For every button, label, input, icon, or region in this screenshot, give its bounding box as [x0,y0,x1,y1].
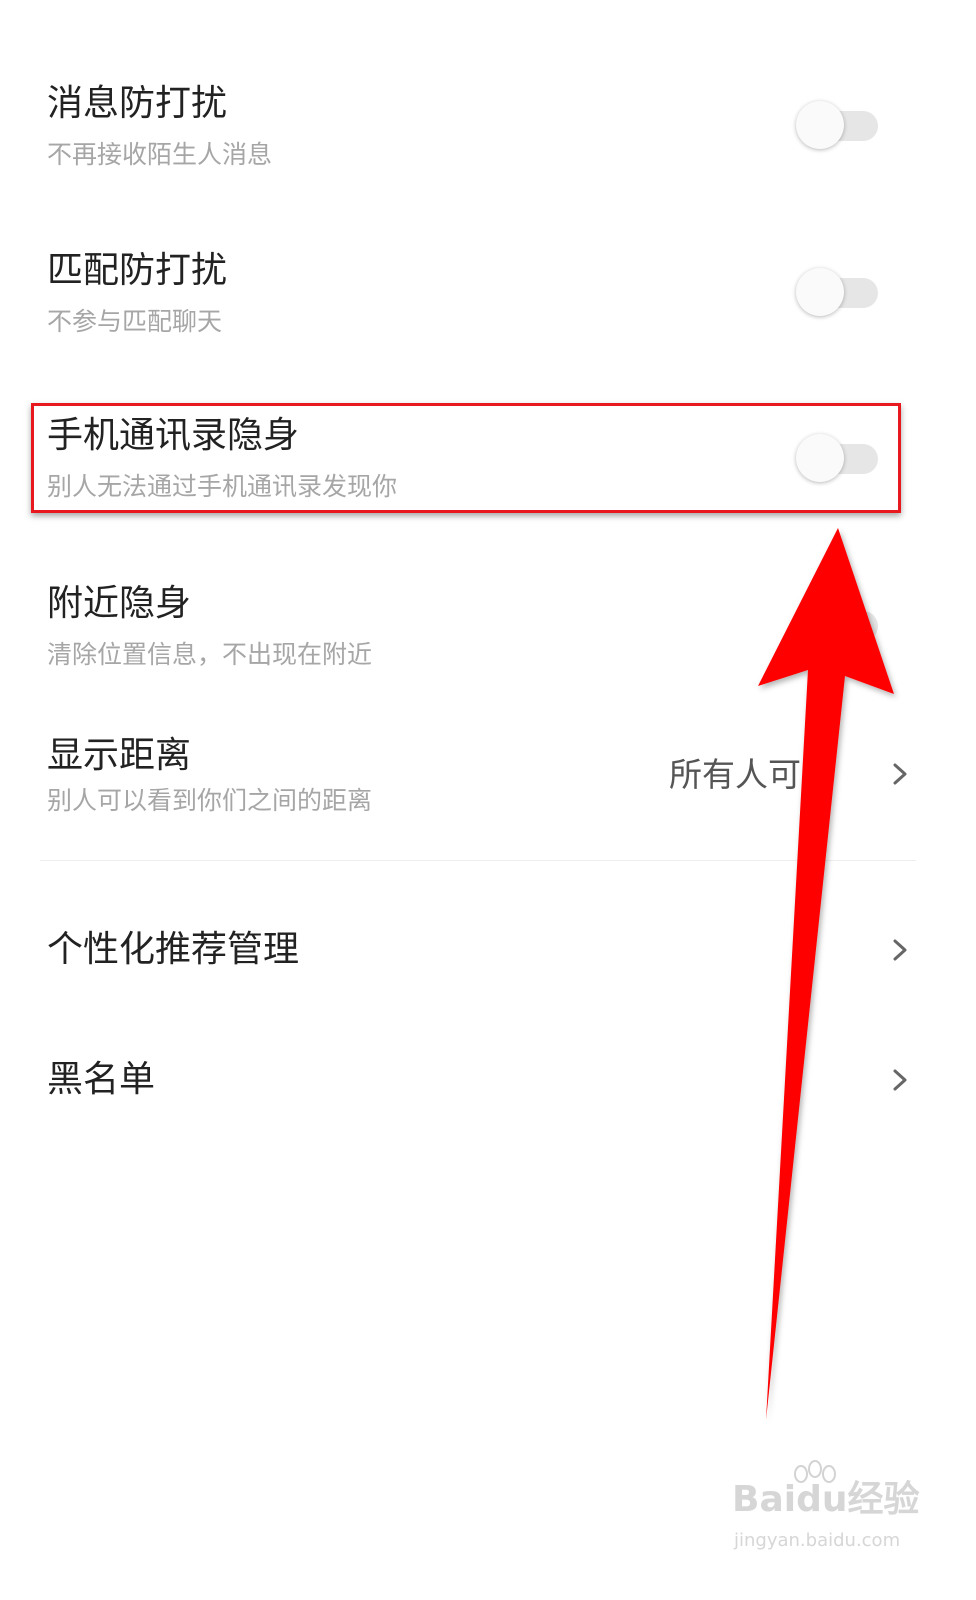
chevron-right-icon [893,939,907,961]
toggle-thumb [796,101,844,149]
setting-subtitle: 不再接收陌生人消息 [47,140,273,169]
setting-title: 消息防打扰 [47,83,228,124]
message-dnd-toggle[interactable] [796,101,880,151]
baidu-jingyan-watermark: Baidu经验 jingyan.baidu.com [732,1460,932,1580]
setting-title: 匹配防打扰 [47,250,228,291]
nearby-invisible-toggle[interactable] [796,601,880,651]
setting-title: 显示距离 [47,735,192,776]
toggle-thumb [796,601,844,649]
section-divider [40,860,916,861]
contacts-invisible-toggle[interactable] [796,434,880,484]
watermark-url-text: jingyan.baidu.com [734,1530,901,1551]
chevron-right-icon [893,763,907,785]
setting-row-blacklist[interactable]: 黑名单 [0,1030,976,1130]
chevron-right-icon [893,1069,907,1091]
setting-row-contacts-invisible[interactable]: 手机通讯录隐身 别人无法通过手机通讯录发现你 [0,404,976,508]
setting-title: 黑名单 [47,1059,156,1100]
setting-row-personalized-recommendation[interactable]: 个性化推荐管理 [0,900,976,1000]
setting-subtitle: 清除位置信息，不出现在附近 [47,640,373,669]
setting-row-show-distance[interactable]: 显示距离 别人可以看到你们之间的距离 所有人可见 [0,722,976,842]
setting-title: 手机通讯录隐身 [47,415,300,456]
toggle-thumb [796,268,844,316]
distance-visibility-value: 所有人可见 [669,755,834,794]
setting-title: 附近隐身 [47,583,192,624]
setting-row-message-dnd[interactable]: 消息防打扰 不再接收陌生人消息 [0,70,976,190]
toggle-thumb [796,434,844,482]
match-dnd-toggle[interactable] [796,268,880,318]
setting-title: 个性化推荐管理 [47,929,300,970]
setting-subtitle: 别人可以看到你们之间的距离 [47,786,373,815]
watermark-logo-text: Baidu经验 [732,1479,920,1520]
setting-subtitle: 别人无法通过手机通讯录发现你 [47,472,398,501]
setting-subtitle: 不参与匹配聊天 [47,307,223,336]
setting-row-match-dnd[interactable]: 匹配防打扰 不参与匹配聊天 [0,237,976,357]
setting-row-nearby-invisible[interactable]: 附近隐身 清除位置信息，不出现在附近 [0,570,976,690]
